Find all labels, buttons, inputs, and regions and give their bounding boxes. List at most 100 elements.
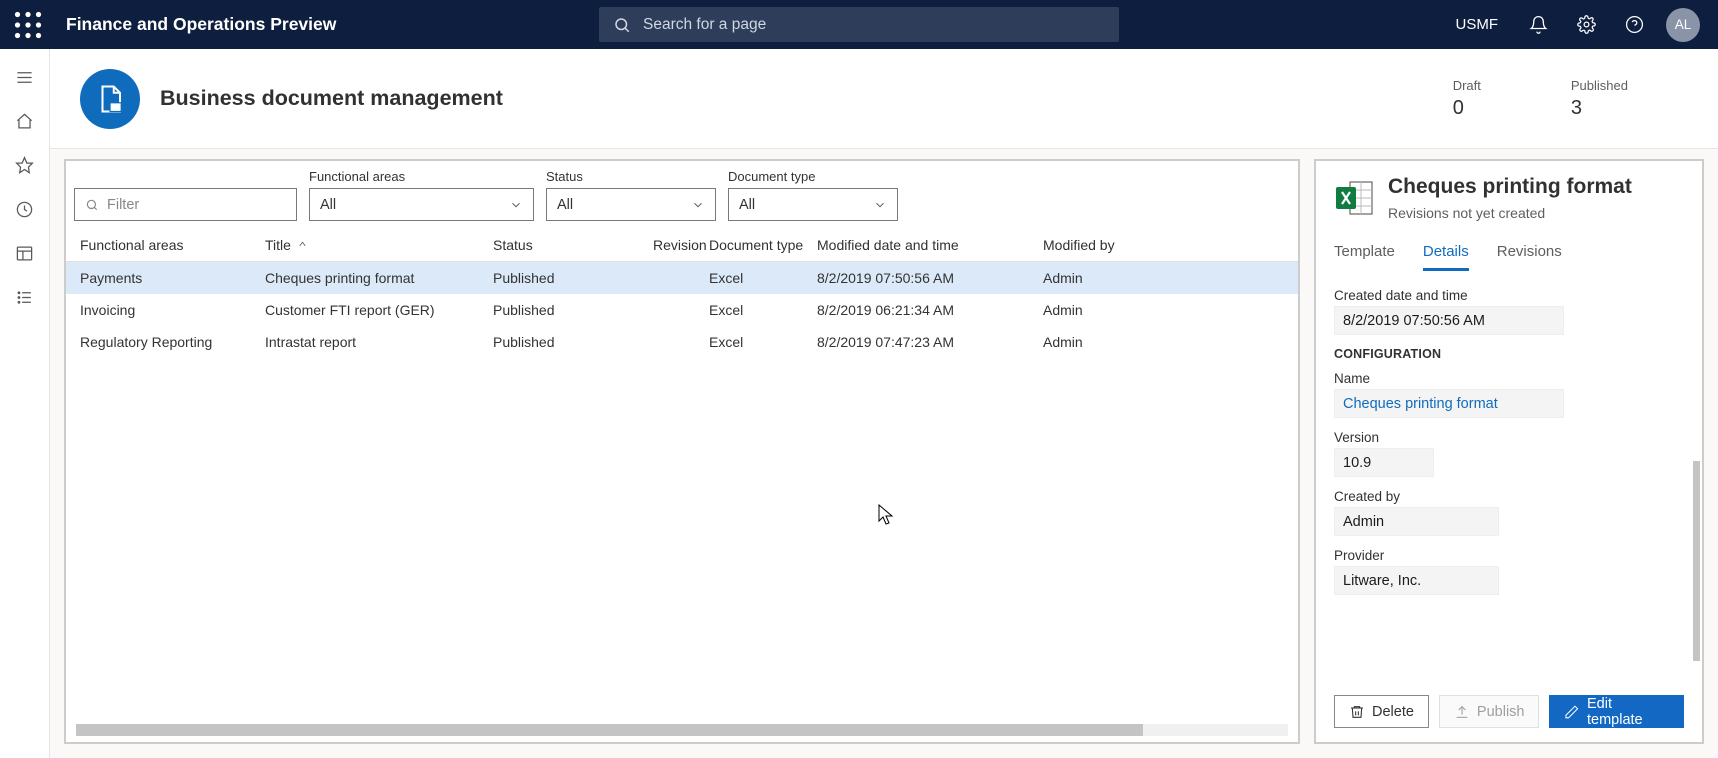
user-avatar[interactable]: AL: [1666, 8, 1700, 42]
cell-fa: Invoicing: [80, 302, 265, 318]
draft-label: Draft: [1453, 78, 1481, 93]
cell-title: Intrastat report: [265, 334, 493, 350]
published-counter[interactable]: Published 3: [1571, 78, 1628, 120]
cell-fa: Regulatory Reporting: [80, 334, 265, 350]
cell-status: Published: [493, 334, 653, 350]
header-functional-areas[interactable]: Functional areas: [80, 237, 265, 253]
app-title: Finance and Operations Preview: [66, 14, 336, 35]
delete-label: Delete: [1372, 704, 1414, 720]
grid-row-2[interactable]: Regulatory Reporting Intrastat report Pu…: [66, 326, 1298, 358]
functional-areas-dropdown[interactable]: All: [309, 188, 534, 221]
status-value: All: [557, 197, 573, 213]
nav-modules-icon[interactable]: [0, 279, 50, 315]
doctype-label: Document type: [728, 169, 898, 184]
header-modifiedby[interactable]: Modified by: [1043, 237, 1153, 253]
version-label: Version: [1334, 430, 1684, 445]
tab-template[interactable]: Template: [1334, 243, 1395, 271]
edit-icon: [1564, 704, 1580, 720]
tab-revisions[interactable]: Revisions: [1497, 243, 1562, 271]
header-doctype[interactable]: Document type: [709, 237, 817, 253]
nav-hamburger-icon[interactable]: [0, 59, 50, 95]
header-revision[interactable]: Revision: [653, 237, 709, 253]
excel-icon: [1334, 178, 1374, 218]
documents-grid-panel: Filter Functional areas All Status All: [64, 159, 1300, 744]
search-placeholder: Search for a page: [643, 16, 766, 34]
company-code[interactable]: USMF: [1440, 16, 1515, 33]
edit-template-button[interactable]: Edit template: [1549, 695, 1684, 728]
avatar-initials: AL: [1675, 17, 1692, 32]
configuration-section: CONFIGURATION: [1334, 347, 1684, 361]
details-subtitle: Revisions not yet created: [1388, 205, 1632, 221]
nav-recent-icon[interactable]: [0, 191, 50, 227]
version-value: 10.9: [1334, 448, 1434, 477]
name-value[interactable]: Cheques printing format: [1334, 389, 1564, 418]
createdby-label: Created by: [1334, 489, 1684, 504]
grid-row-0[interactable]: Payments Cheques printing format Publish…: [66, 262, 1298, 294]
delete-button[interactable]: Delete: [1334, 695, 1429, 728]
nav-home-icon[interactable]: [0, 103, 50, 139]
help-icon[interactable]: [1610, 0, 1658, 49]
cell-modified: 8/2/2019 07:50:56 AM: [817, 270, 1043, 286]
cell-fa: Payments: [80, 270, 265, 286]
cell-modified: 8/2/2019 07:47:23 AM: [817, 334, 1043, 350]
publish-button: Publish: [1439, 695, 1540, 728]
search-icon: [613, 16, 631, 34]
trash-icon: [1349, 704, 1365, 720]
draft-value: 0: [1453, 97, 1481, 120]
header-status[interactable]: Status: [493, 237, 653, 253]
cell-title: Cheques printing format: [265, 270, 493, 286]
header-title-text: Title: [265, 237, 291, 253]
cell-by: Admin: [1043, 270, 1153, 286]
app-launcher-icon[interactable]: [14, 11, 42, 39]
functional-areas-value: All: [320, 197, 336, 213]
page-title: Business document management: [160, 86, 503, 111]
published-value: 3: [1571, 97, 1628, 120]
created-date-value: 8/2/2019 07:50:56 AM: [1334, 306, 1564, 335]
chevron-down-icon: [509, 198, 523, 212]
status-label: Status: [546, 169, 716, 184]
draft-counter[interactable]: Draft 0: [1453, 78, 1481, 120]
sort-ascending-icon: [291, 237, 308, 253]
grid-row-1[interactable]: Invoicing Customer FTI report (GER) Publ…: [66, 294, 1298, 326]
details-title: Cheques printing format: [1388, 175, 1632, 199]
cell-by: Admin: [1043, 302, 1153, 318]
cell-title: Customer FTI report (GER): [265, 302, 493, 318]
grid-header: Functional areas Title Status Revision D…: [66, 229, 1298, 262]
name-label: Name: [1334, 371, 1684, 386]
header-title[interactable]: Title: [265, 237, 493, 253]
edit-label: Edit template: [1587, 696, 1669, 728]
provider-label: Provider: [1334, 548, 1684, 563]
settings-icon[interactable]: [1562, 0, 1610, 49]
publish-icon: [1454, 704, 1470, 720]
status-dropdown[interactable]: All: [546, 188, 716, 221]
published-label: Published: [1571, 78, 1628, 93]
grid-filter-input[interactable]: Filter: [74, 188, 297, 221]
notifications-icon[interactable]: [1514, 0, 1562, 49]
details-scrollbar[interactable]: [1693, 461, 1700, 661]
doctype-value: All: [739, 197, 755, 213]
nav-workspaces-icon[interactable]: [0, 235, 50, 271]
nav-favorites-icon[interactable]: [0, 147, 50, 183]
details-panel: Cheques printing format Revisions not ye…: [1314, 159, 1704, 744]
filter-search-icon: [85, 198, 99, 212]
cell-modified: 8/2/2019 06:21:34 AM: [817, 302, 1043, 318]
created-date-label: Created date and time: [1334, 288, 1684, 303]
cell-status: Published: [493, 270, 653, 286]
grid-horizontal-scrollbar[interactable]: [76, 724, 1288, 736]
chevron-down-icon: [691, 198, 705, 212]
publish-label: Publish: [1477, 704, 1525, 720]
filter-placeholder: Filter: [107, 197, 139, 213]
createdby-value: Admin: [1334, 507, 1499, 536]
header-modified[interactable]: Modified date and time: [817, 237, 1043, 253]
cell-doctype: Excel: [709, 302, 817, 318]
doctype-dropdown[interactable]: All: [728, 188, 898, 221]
cell-doctype: Excel: [709, 334, 817, 350]
chevron-down-icon: [873, 198, 887, 212]
cell-by: Admin: [1043, 334, 1153, 350]
cell-doctype: Excel: [709, 270, 817, 286]
provider-value: Litware, Inc.: [1334, 566, 1499, 595]
cell-status: Published: [493, 302, 653, 318]
functional-areas-label: Functional areas: [309, 169, 534, 184]
tab-details[interactable]: Details: [1423, 243, 1469, 271]
global-search-input[interactable]: Search for a page: [599, 7, 1119, 42]
